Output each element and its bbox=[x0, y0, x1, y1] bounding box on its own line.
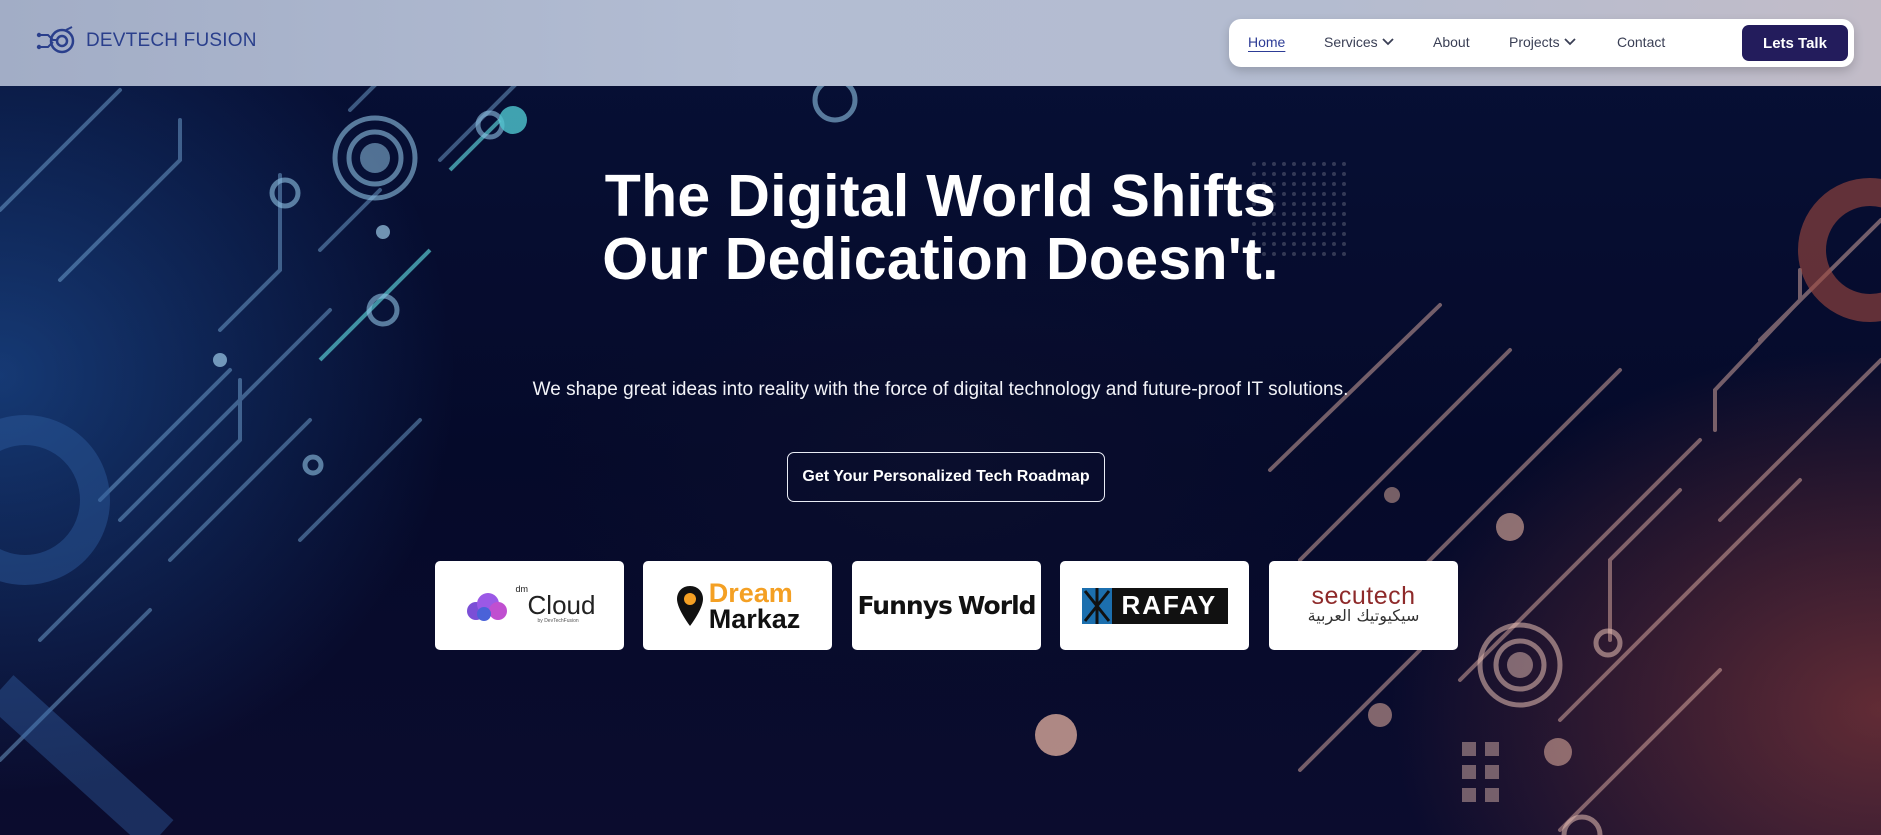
dm-cloud-icon bbox=[466, 592, 507, 621]
hero-headline-line2: Our Dedication Doesn't. bbox=[602, 226, 1279, 292]
nav-about-label: About bbox=[1433, 34, 1470, 50]
dm-cloud-prefix: dm bbox=[515, 584, 529, 594]
nav-services-label: Services bbox=[1324, 34, 1378, 50]
dream-markaz-line1: Dream bbox=[708, 577, 793, 608]
hero-subtitle: We shape great ideas into reality with t… bbox=[532, 379, 1349, 400]
nav-projects[interactable]: Projects bbox=[1509, 34, 1576, 50]
hero-headline-line1: The Digital World Shifts bbox=[604, 163, 1277, 229]
circuit-background bbox=[0, 38, 1881, 835]
chevron-down-icon bbox=[1382, 38, 1394, 46]
nav-home-label: Home bbox=[1248, 34, 1286, 50]
funnys-word: Funnys bbox=[857, 591, 952, 620]
dream-markaz-line2: Markaz bbox=[708, 603, 801, 634]
rafay-banner: RAFAY bbox=[1081, 587, 1228, 624]
client-logo-rafay[interactable]: RAFAY bbox=[1060, 561, 1249, 650]
nav-projects-label: Projects bbox=[1509, 34, 1560, 50]
client-logo-funnys-world[interactable]: Funnys World bbox=[852, 561, 1041, 650]
rafay-mark-icon bbox=[1081, 587, 1112, 624]
top-navbar: DEVTECH FUSION Home Services About Proje… bbox=[0, 0, 1881, 86]
nav-services[interactable]: Services bbox=[1324, 34, 1394, 50]
world-word: World bbox=[957, 591, 1037, 620]
brand-logo-icon bbox=[36, 26, 75, 54]
roadmap-cta-button[interactable]: Get Your Personalized Tech Roadmap bbox=[787, 452, 1105, 502]
rafay-word: RAFAY bbox=[1121, 590, 1218, 620]
secutech-arabic: سيكيوتيك العربية bbox=[1307, 605, 1420, 625]
client-logo-dm-cloud[interactable]: dm Cloud by DevTechFusion bbox=[435, 561, 624, 650]
nav-contact[interactable]: Contact bbox=[1617, 34, 1665, 50]
brand-logo[interactable]: DEVTECH FUSION bbox=[36, 26, 257, 56]
dm-cloud-tagline: by DevTechFusion bbox=[537, 618, 579, 624]
secutech-word: secutech bbox=[1311, 581, 1416, 610]
nav-about[interactable]: About bbox=[1433, 34, 1470, 50]
location-pin-icon bbox=[676, 585, 703, 626]
client-logo-secutech[interactable]: secutech سيكيوتيك العربية bbox=[1269, 561, 1458, 650]
client-logo-dream-markaz[interactable]: Dream Markaz bbox=[643, 561, 832, 650]
lets-talk-button[interactable]: Lets Talk bbox=[1742, 25, 1848, 61]
hero-section: The Digital World Shifts Our Dedication … bbox=[0, 0, 1881, 835]
dm-cloud-word: Cloud bbox=[527, 590, 596, 620]
nav-home[interactable]: Home bbox=[1248, 34, 1285, 50]
brand-name: DEVTECH FUSION bbox=[86, 30, 257, 51]
chevron-down-icon bbox=[1563, 38, 1576, 46]
nav-contact-label: Contact bbox=[1617, 34, 1666, 50]
